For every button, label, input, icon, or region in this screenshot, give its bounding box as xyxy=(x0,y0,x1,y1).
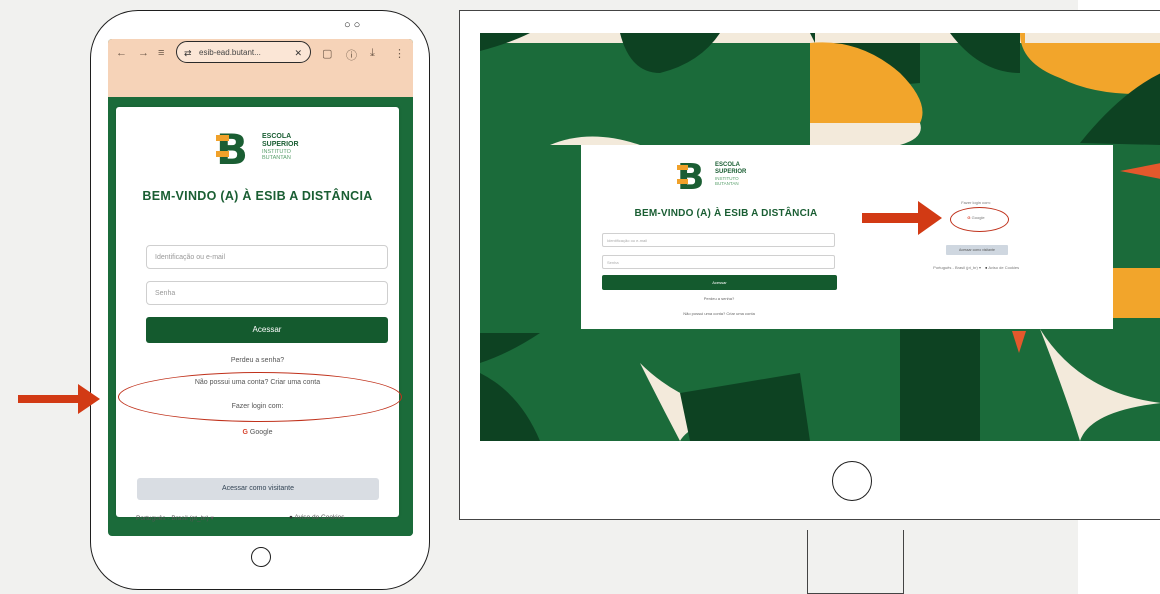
guest-access-button[interactable]: Acessar como visitante xyxy=(137,478,379,500)
arrow-right-icon xyxy=(18,384,100,414)
chevron-down-icon: ▾ xyxy=(978,265,981,270)
cookie-icon: ● xyxy=(289,514,293,521)
forward-icon[interactable]: → xyxy=(138,47,149,59)
google-highlight-ellipse xyxy=(950,207,1009,232)
google-login-button[interactable]: G Google xyxy=(116,429,399,436)
menu-icon[interactable]: ⋮ xyxy=(394,47,405,60)
download-icon[interactable]: ⤓ xyxy=(370,47,375,60)
create-account-link[interactable]: Não possui uma conta? Criar uma conta xyxy=(581,311,857,316)
site-settings-icon[interactable]: ⇄ xyxy=(184,42,192,64)
cookies-notice-link[interactable]: ● Aviso de Cookies xyxy=(289,514,345,521)
close-icon[interactable]: ✕ xyxy=(294,42,302,64)
phone-home-button xyxy=(251,547,271,567)
page-title: BEM-VINDO (A) À ESIB A DISTÂNCIA xyxy=(634,208,818,219)
esib-logo: B ESCOLA SUPERIOR INSTITUTO BUTANTAN xyxy=(216,129,326,175)
logo-text-line2: SUPERIOR xyxy=(262,141,299,148)
login-button[interactable]: Acessar xyxy=(146,317,388,343)
monitor-stand xyxy=(807,530,904,594)
login-card: B ESCOLA SUPERIOR INSTITUTO BUTANTAN BEM… xyxy=(116,107,399,522)
cookies-notice-link[interactable]: ● Aviso de Cookies xyxy=(985,265,1043,270)
background-decoration xyxy=(403,97,413,536)
logo-text-line1: ESCOLA xyxy=(262,133,292,140)
reload-icon[interactable]: ≡ xyxy=(158,47,164,59)
username-input[interactable]: Identificação ou e-mail xyxy=(602,233,835,247)
language-selector[interactable]: Português - Brasil (pt_br) ▾ xyxy=(136,514,214,522)
cookies-notice-label: Aviso de Cookies xyxy=(294,514,345,521)
google-icon: G xyxy=(242,429,248,436)
guest-access-button[interactable]: Acessar como visitante xyxy=(946,245,1008,255)
forgot-password-link[interactable]: Perdeu a senha? xyxy=(116,357,399,364)
login-button[interactable]: Acessar xyxy=(602,275,837,290)
password-input[interactable]: Senha xyxy=(602,255,835,269)
arrow-right-icon xyxy=(862,201,942,235)
logo-text-line4: BUTANTAN xyxy=(262,155,291,161)
back-icon[interactable]: ← xyxy=(116,47,127,59)
chevron-down-icon: ▾ xyxy=(210,515,214,522)
password-input[interactable]: Senha xyxy=(146,281,388,305)
phone-mockup: ○○ ← → ≡ ⇄ esib-ead.butant... ✕ ▢ ⓘ ⤓ ⋮ … xyxy=(90,10,430,590)
monitor-mockup: B ESCOLA SUPERIOR INSTITUTO BUTANTAN BEM… xyxy=(459,10,1160,520)
mobile-browser-bar: ← → ≡ ⇄ esib-ead.butant... ✕ ▢ ⓘ ⤓ ⋮ xyxy=(108,39,413,97)
page-title: BEM-VINDO (A) À ESIB A DISTÂNCIA xyxy=(142,189,373,203)
desktop-login-card: B ESCOLA SUPERIOR INSTITUTO BUTANTAN BEM… xyxy=(581,145,1113,329)
google-login-label: Google xyxy=(249,429,273,436)
cookies-notice-label: Aviso de Cookies xyxy=(988,265,1020,270)
address-bar[interactable]: ⇄ esib-ead.butant... ✕ xyxy=(176,41,311,63)
address-bar-url: esib-ead.butant... xyxy=(199,48,261,57)
logo-text-line2: SUPERIOR xyxy=(715,169,747,175)
desktop-screen: B ESCOLA SUPERIOR INSTITUTO BUTANTAN BEM… xyxy=(480,33,1160,441)
forgot-password-link[interactable]: Perdeu a senha? xyxy=(581,296,857,301)
login-with-label: Fazer login com: xyxy=(961,200,991,205)
phone-camera-icon: ○○ xyxy=(344,19,364,31)
language-label: Português - Brasil (pt_br) xyxy=(933,265,978,270)
monitor-power-button xyxy=(832,461,872,501)
logo-text-line1: ESCOLA xyxy=(715,162,741,168)
phone-screen: ← → ≡ ⇄ esib-ead.butant... ✕ ▢ ⓘ ⤓ ⋮ B E… xyxy=(108,39,413,536)
username-input[interactable]: Identificação ou e-mail xyxy=(146,245,388,269)
logo-text-line4: BUTANTAN xyxy=(715,181,739,186)
language-label: Português - Brasil (pt_br) xyxy=(136,515,209,522)
language-selector[interactable]: Português - Brasil (pt_br) ▾ xyxy=(916,265,981,270)
esib-logo: B ESCOLA SUPERIOR INSTITUTO BUTANTAN xyxy=(677,160,777,202)
google-highlight-ellipse xyxy=(118,372,402,422)
tabs-icon[interactable]: ▢ xyxy=(322,47,332,60)
info-icon[interactable]: ⓘ xyxy=(346,47,357,63)
